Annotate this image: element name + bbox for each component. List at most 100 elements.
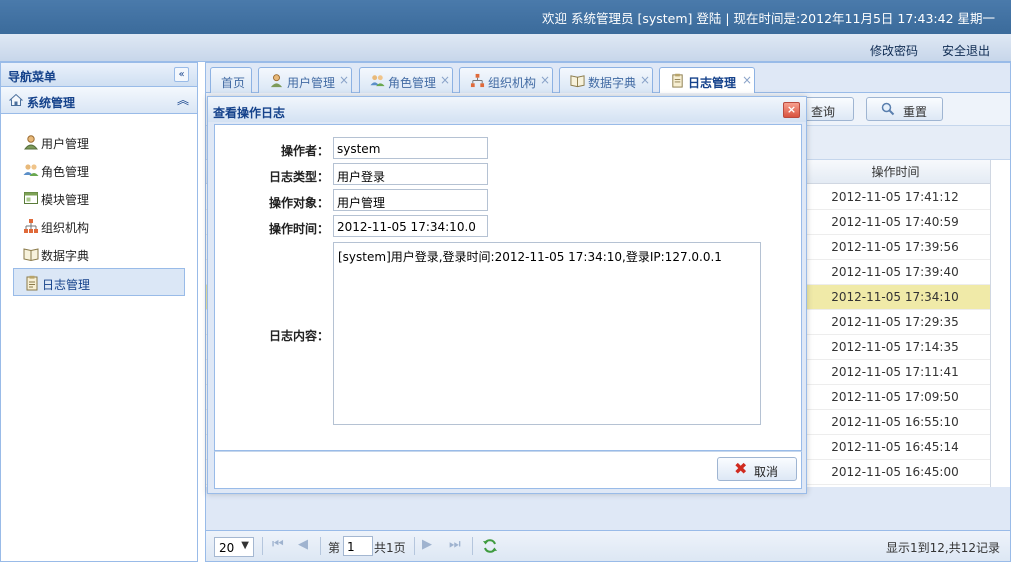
- sidebar-item-label: 日志管理: [42, 278, 91, 292]
- page-number-input[interactable]: 1: [343, 536, 373, 556]
- top-header: 欢迎 系统管理员 [system] 登陆 | 现在时间是:2012年11月5日 …: [0, 0, 1011, 34]
- tab-label: 首页: [221, 76, 246, 90]
- sidebar-item-label: 组织机构: [41, 221, 90, 235]
- log-icon: [672, 73, 683, 88]
- role-icon: [23, 164, 39, 176]
- time-cell: 2012-11-05 17:39:40: [831, 265, 959, 279]
- time-cell: 2012-11-05 17:40:59: [831, 215, 959, 229]
- time-value: 2012-11-05 17:34:10.0: [337, 220, 476, 234]
- tab-dictionary[interactable]: 数据字典 ×: [559, 67, 653, 93]
- log-type-field[interactable]: 用户登录: [333, 163, 488, 185]
- query-button[interactable]: 查询: [802, 97, 854, 121]
- close-icon[interactable]: ×: [783, 102, 800, 118]
- time-cell: 2012-11-05 17:14:35: [831, 340, 959, 354]
- welcome-text: 欢迎 系统管理员 [system] 登陆 | 现在时间是:2012年11月5日 …: [542, 11, 995, 26]
- tab-strip: 首页 用户管理 × 角色管理 × 组织机构 × 数据字典 × 日志管理 ×: [206, 63, 1010, 94]
- page-size-select[interactable]: 20 ▼: [214, 537, 254, 557]
- close-tab-icon[interactable]: ×: [339, 73, 349, 87]
- pagination-bar: 20 ▼ ⏮ ◀ 第 1 共1页 ▶ ⏭ 显示1到12,共12记录: [206, 530, 1010, 561]
- dictionary-icon: [23, 248, 39, 262]
- collapse-sidebar-icon[interactable]: «: [174, 67, 189, 82]
- dialog-titlebar[interactable]: 查看操作日志 ×: [208, 97, 806, 122]
- time-cell: 2012-11-05 16:55:10: [831, 415, 959, 429]
- sidebar-item-label: 角色管理: [41, 165, 90, 179]
- user-icon: [23, 135, 39, 150]
- role-icon: [370, 75, 385, 87]
- home-icon: [9, 93, 23, 106]
- target-value: 用户管理: [337, 196, 386, 210]
- sidebar-header: 导航菜单 «: [1, 63, 197, 87]
- target-label: 操作对象：: [268, 196, 329, 210]
- content-textarea[interactable]: [system]用户登录,登录时间:2012-11-05 17:34:10,登录…: [333, 242, 761, 425]
- divider: [262, 537, 263, 555]
- tab-org[interactable]: 组织机构 ×: [459, 67, 553, 93]
- close-tab-icon[interactable]: ×: [540, 73, 550, 87]
- close-tab-icon[interactable]: ×: [440, 73, 450, 87]
- target-field[interactable]: 用户管理: [333, 189, 488, 211]
- dialog-title: 查看操作日志: [213, 106, 286, 120]
- change-password-link[interactable]: 修改密码: [870, 42, 918, 59]
- time-cell: 2012-11-05 17:39:56: [831, 240, 959, 254]
- operator-label: 操作者：: [280, 144, 329, 158]
- search-icon: [881, 102, 895, 116]
- tab-roles[interactable]: 角色管理 ×: [359, 67, 453, 93]
- page-size-value: 20: [219, 541, 235, 555]
- reset-button-label: 重置: [903, 105, 928, 119]
- sidebar-item-dictionary[interactable]: 数据字典: [13, 240, 185, 268]
- time-cell: 2012-11-05 17:41:12: [831, 190, 959, 204]
- org-icon: [470, 73, 485, 88]
- user-icon: [270, 74, 283, 88]
- last-page-icon[interactable]: ⏭: [449, 537, 461, 552]
- time-field[interactable]: 2012-11-05 17:34:10.0: [333, 215, 488, 237]
- cancel-button[interactable]: ✖ 取消: [717, 457, 797, 481]
- time-label: 操作时间：: [268, 222, 329, 236]
- tab-label: 组织机构: [488, 76, 537, 90]
- close-tab-icon[interactable]: ×: [640, 73, 650, 87]
- record-summary: 显示1到12,共12记录: [886, 541, 1000, 555]
- first-page-icon[interactable]: ⏮: [272, 537, 284, 552]
- time-cell: 2012-11-05 17:09:50: [831, 390, 959, 404]
- cancel-x-icon: ✖: [734, 459, 748, 478]
- reset-button[interactable]: 重置: [866, 97, 943, 121]
- module-icon: [24, 192, 38, 204]
- chevron-up-icon[interactable]: ︽: [177, 91, 189, 108]
- divider: [472, 537, 473, 555]
- query-button-label: 查询: [811, 105, 836, 119]
- tab-home[interactable]: 首页: [210, 67, 252, 93]
- log-type-label: 日志类型：: [268, 170, 329, 184]
- sidebar-item-roles[interactable]: 角色管理: [13, 156, 185, 184]
- sidebar-item-org[interactable]: 组织机构: [13, 212, 185, 240]
- nav-group-label: 系统管理: [27, 96, 76, 110]
- sidebar-item-label: 数据字典: [41, 249, 90, 263]
- cancel-button-label: 取消: [754, 465, 779, 479]
- dictionary-icon: [570, 75, 585, 88]
- time-cell: 2012-11-05 17:11:41: [831, 365, 959, 379]
- column-header-time[interactable]: 操作时间: [801, 160, 989, 184]
- sidebar-item-modules[interactable]: 模块管理: [13, 184, 185, 212]
- content-value: [system]用户登录,登录时间:2012-11-05 17:34:10,登录…: [338, 250, 722, 264]
- tab-label: 角色管理: [388, 76, 437, 90]
- nav-group-system[interactable]: 系统管理 ︽: [1, 87, 197, 114]
- tab-users[interactable]: 用户管理 ×: [258, 67, 352, 93]
- log-type-value: 用户登录: [337, 170, 386, 184]
- sub-header: 修改密码 安全退出: [0, 34, 1011, 62]
- divider: [414, 537, 415, 555]
- operator-field[interactable]: system: [333, 137, 488, 159]
- sidebar-item-users[interactable]: 用户管理: [13, 128, 185, 156]
- time-cell: 2012-11-05 17:34:10: [831, 290, 959, 304]
- page-number: 1: [347, 540, 355, 554]
- refresh-icon[interactable]: [482, 538, 498, 554]
- next-page-icon[interactable]: ▶: [422, 537, 432, 552]
- sidebar-title: 导航菜单: [8, 70, 57, 84]
- org-icon: [24, 219, 38, 233]
- sidebar-item-logs[interactable]: 日志管理: [13, 268, 185, 296]
- close-tab-icon[interactable]: ×: [742, 73, 752, 87]
- tab-logs[interactable]: 日志管理 ×: [659, 67, 755, 94]
- sidebar-item-label: 模块管理: [41, 193, 90, 207]
- sidebar: 导航菜单 « 系统管理 ︽ 用户管理 角色管理 模块管理 组织机构 数据字典 日…: [0, 62, 198, 562]
- time-cell: 2012-11-05 17:29:35: [831, 315, 959, 329]
- view-log-dialog: 查看操作日志 × 操作者： system 日志类型： 用户登录 操作对象： 用户…: [207, 96, 807, 494]
- prev-page-icon[interactable]: ◀: [298, 537, 308, 552]
- chevron-down-icon: ▼: [241, 540, 249, 551]
- logout-link[interactable]: 安全退出: [942, 42, 990, 59]
